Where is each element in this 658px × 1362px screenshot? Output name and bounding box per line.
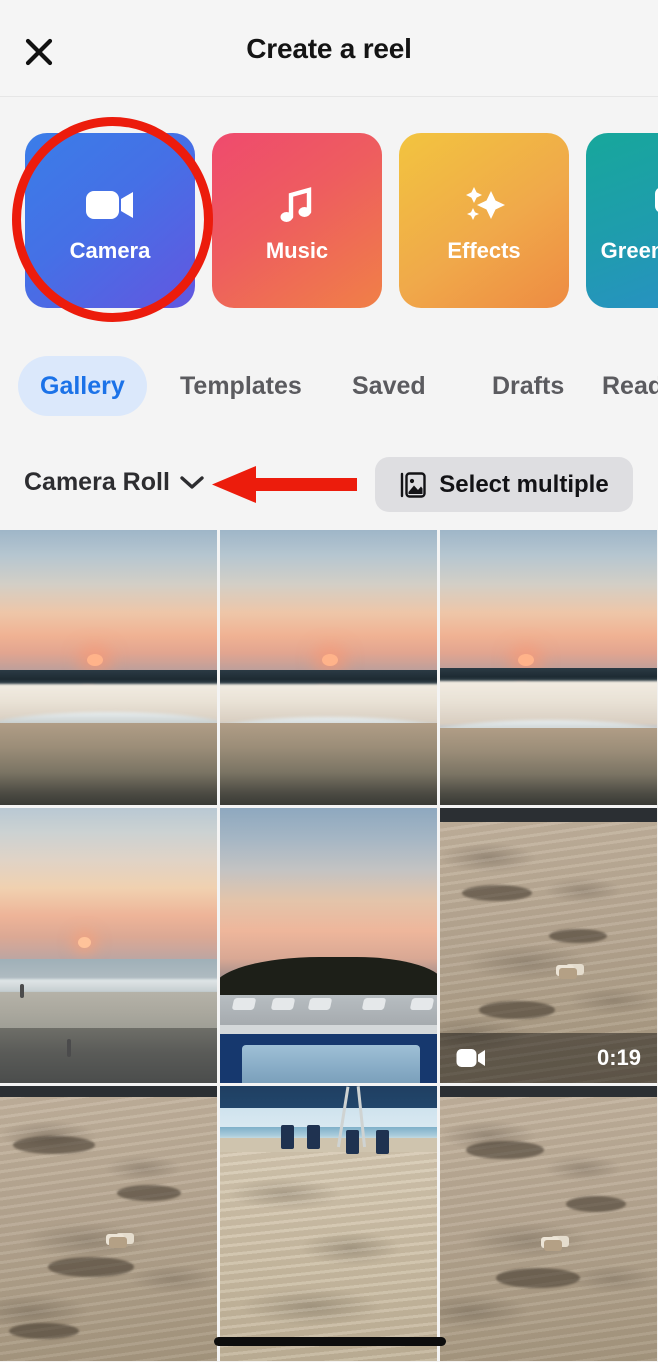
- music-note-icon: [275, 178, 319, 232]
- video-camera-icon: [85, 178, 135, 232]
- gallery-item[interactable]: [440, 530, 657, 805]
- chevron-down-icon: [180, 475, 204, 489]
- shortcut-card-camera[interactable]: Camera: [25, 133, 195, 308]
- thumbnail-image: [0, 530, 217, 805]
- thumbnail-image: [220, 1086, 437, 1361]
- create-reel-screen: Create a reel Camera Music Effects Green…: [0, 0, 658, 1362]
- thumbnail-image: [440, 530, 657, 805]
- select-multiple-button[interactable]: Select multiple: [375, 457, 633, 512]
- tab-gallery[interactable]: Gallery: [18, 356, 147, 416]
- tab-ready[interactable]: Ready: [580, 356, 658, 416]
- thumbnail-image: [220, 808, 437, 1083]
- tab-templates[interactable]: Templates: [158, 356, 324, 416]
- home-indicator: [214, 1337, 446, 1346]
- gallery-item[interactable]: 0:19: [440, 808, 657, 1083]
- thumbnail-image: [440, 1086, 657, 1361]
- gallery-item[interactable]: [220, 808, 437, 1083]
- tab-label: Ready: [602, 371, 658, 400]
- gallery-item[interactable]: [440, 1086, 657, 1361]
- thumbnail-image: [0, 808, 217, 1083]
- shortcut-card-effects[interactable]: Effects: [399, 133, 569, 308]
- album-selector[interactable]: Camera Roll: [24, 457, 204, 507]
- shortcut-card-green-screen[interactable]: Green screen: [586, 133, 658, 308]
- video-camera-icon: [456, 1049, 485, 1067]
- shortcut-card-label: Green screen: [600, 237, 658, 263]
- select-multiple-label: Select multiple: [439, 470, 609, 498]
- gallery-item[interactable]: [220, 1086, 437, 1361]
- gallery-tab-row[interactable]: Gallery Templates Saved Drafts Ready: [0, 350, 658, 422]
- header-bar: Create a reel: [0, 0, 658, 97]
- tab-label: Saved: [352, 371, 426, 400]
- shortcut-card-label: Effects: [447, 237, 521, 263]
- gallery-item[interactable]: [0, 530, 217, 805]
- photo-stack-icon: [401, 471, 426, 498]
- gallery-item[interactable]: [0, 1086, 217, 1361]
- tab-saved[interactable]: Saved: [330, 356, 448, 416]
- page-title: Create a reel: [246, 33, 412, 64]
- shortcut-card-row[interactable]: Camera Music Effects Green: [0, 113, 658, 321]
- shortcut-card-music[interactable]: Music: [212, 133, 382, 308]
- video-badge: 0:19: [440, 1033, 657, 1083]
- tab-label: Drafts: [492, 371, 565, 400]
- album-selector-label: Camera Roll: [24, 467, 170, 496]
- shortcut-card-label: Music: [265, 237, 329, 263]
- gallery-item[interactable]: [220, 530, 437, 805]
- tab-drafts[interactable]: Drafts: [470, 356, 586, 416]
- gallery-grid[interactable]: 0:19: [0, 530, 658, 1362]
- tab-label: Templates: [180, 371, 302, 400]
- green-screen-icon: [649, 178, 658, 232]
- sparkles-icon: [460, 178, 508, 232]
- tab-label: Gallery: [40, 371, 125, 400]
- shortcut-card-label: Camera: [69, 237, 151, 263]
- video-duration: 0:19: [596, 1045, 641, 1070]
- thumbnail-image: [0, 1086, 217, 1361]
- gallery-item[interactable]: [0, 808, 217, 1083]
- thumbnail-image: [220, 530, 437, 805]
